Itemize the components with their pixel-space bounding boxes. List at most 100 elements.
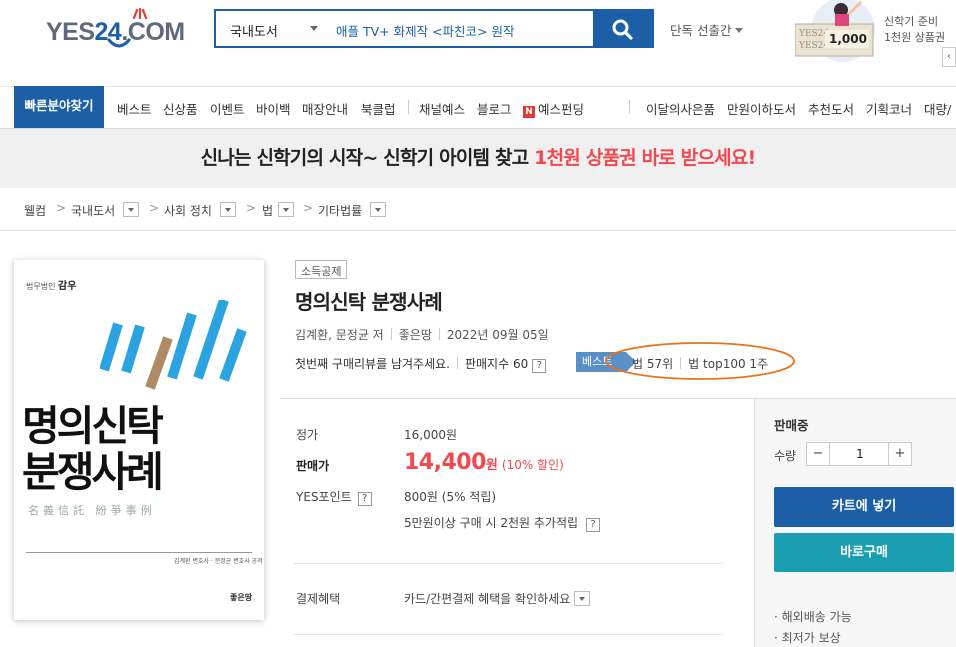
extra-points-help-icon[interactable]: ? bbox=[586, 518, 601, 532]
sales-index: 판매지수 60 bbox=[464, 357, 529, 371]
search-button[interactable] bbox=[593, 11, 652, 46]
promo-illustration-icon: YES24 YES24 bbox=[794, 0, 875, 62]
breadcrumb-dropdown[interactable] bbox=[220, 202, 236, 217]
meta-separator bbox=[390, 328, 392, 340]
product-date: 2022년 09월 05일 bbox=[446, 328, 549, 342]
product-title: 명의신탁 분쟁사례 bbox=[295, 290, 443, 314]
product-author[interactable]: 김계환, 문정균 저 bbox=[295, 328, 384, 342]
nav-bulk[interactable]: 대량/ bbox=[924, 99, 951, 118]
promo-voucher-image[interactable]: YES24 YES24 1,000 bbox=[794, 0, 875, 62]
product-meta: 김계환, 문정균 저 좋은땅 2022년 09월 05일 bbox=[295, 326, 549, 343]
cover-divider bbox=[26, 552, 252, 553]
nav-under-10000[interactable]: 만원이하도서 bbox=[727, 99, 796, 118]
sale-price-label: 판매가 bbox=[296, 459, 330, 473]
breadcrumb-society-politics[interactable]: 사회 정치 bbox=[164, 202, 212, 219]
sale-status: 판매중 bbox=[774, 418, 809, 433]
nav-blog[interactable]: 블로그 bbox=[477, 99, 512, 118]
yes-points-label: YES포인트? bbox=[296, 488, 372, 506]
nav-yes-funding[interactable]: N 예스펀딩 bbox=[523, 99, 584, 118]
nav-store-info[interactable]: 매장안내 bbox=[302, 99, 348, 118]
voucher-amount: 1,000 bbox=[829, 32, 867, 46]
nav-separator bbox=[408, 100, 409, 114]
breadcrumb-dropdown[interactable] bbox=[278, 202, 294, 217]
breadcrumb-dropdown[interactable] bbox=[123, 202, 139, 217]
svg-text:YES24: YES24 bbox=[798, 29, 829, 39]
nav-separator bbox=[629, 100, 630, 114]
extra-points: 5만원이상 구매 시 2천원 추가적립? bbox=[404, 514, 601, 532]
breadcrumb-dropdown[interactable] bbox=[370, 202, 386, 217]
nav-buyback[interactable]: 바이백 bbox=[256, 99, 291, 118]
breadcrumb-other-law[interactable]: 기타법률 bbox=[318, 202, 362, 219]
cover-title-line-1: 명의신탁 bbox=[22, 402, 164, 450]
chevron-down-icon bbox=[310, 26, 318, 31]
promo-banner[interactable]: 신나는 신학기의 시작~ 신학기 아이템 찾고 1천원 상품권 바로 받으세요! bbox=[0, 129, 956, 188]
search-input[interactable]: 애플 TV+ 화제작 <파친코> 원작 bbox=[336, 21, 515, 40]
price-mid-divider bbox=[294, 563, 724, 564]
yes-points-label-text: YES포인트 bbox=[296, 490, 352, 504]
book-cover[interactable]: 법무법인 감우 명의신탁 분쟁사례 名義信託 紛爭事例 김계환 변호사 · 문정균… bbox=[14, 260, 264, 620]
buy-now-button[interactable]: 바로구매 bbox=[774, 533, 954, 572]
search-category-select[interactable]: 국내도서 bbox=[216, 11, 326, 46]
nav-recommended[interactable]: 추천도서 bbox=[808, 99, 854, 118]
chevron-down-icon[interactable] bbox=[574, 591, 591, 606]
cover-publisher-name: 감우 bbox=[58, 281, 77, 292]
nav-best[interactable]: 베스트 bbox=[117, 99, 152, 118]
nav-special-corner[interactable]: 기획코너 bbox=[866, 99, 912, 118]
quantity-decrease-button[interactable]: − bbox=[807, 443, 830, 465]
breadcrumb-domestic-books[interactable]: 국내도서 bbox=[71, 202, 115, 219]
meta-separator bbox=[456, 357, 458, 369]
meta-separator bbox=[438, 328, 440, 340]
cover-stripes-graphic bbox=[100, 300, 247, 390]
add-to-cart-button[interactable]: 카트에 넣기 bbox=[774, 487, 954, 527]
exclusive-release-menu[interactable]: 단독 선출간 bbox=[670, 20, 744, 39]
promo-prev-button[interactable]: ‹ bbox=[942, 47, 956, 67]
quantity-increase-button[interactable]: + bbox=[888, 443, 911, 465]
yes-points-value: 800원 (5% 적립) bbox=[404, 490, 497, 504]
chevron-right-icon: > bbox=[149, 201, 160, 215]
nav-new[interactable]: 신상품 bbox=[163, 99, 198, 118]
yes24-logo[interactable]: YES24.COM bbox=[46, 8, 186, 54]
service-lowest-price[interactable]: · 최저가 보상 bbox=[774, 629, 841, 646]
quantity-input[interactable]: 1 bbox=[831, 447, 889, 461]
sale-price: 14,400원 (10% 할인) bbox=[404, 450, 564, 475]
quick-category-button[interactable]: 빠른분야찾기 bbox=[14, 86, 104, 128]
logo-spark-icon bbox=[132, 8, 148, 20]
cover-imprint: 좋은땅 bbox=[230, 593, 253, 602]
product-publisher[interactable]: 좋은땅 bbox=[399, 328, 432, 342]
search-category-label: 국내도서 bbox=[230, 25, 278, 40]
discount-rate: (10% 할인) bbox=[501, 458, 564, 472]
quantity-label: 수량 bbox=[774, 449, 797, 463]
points-help-icon[interactable]: ? bbox=[357, 492, 372, 506]
nav-channel-yes[interactable]: 채널예스 bbox=[419, 99, 465, 118]
promo-line-2: 1천원 상품권 bbox=[884, 31, 946, 44]
nav-monthly-gift[interactable]: 이달의사은품 bbox=[646, 99, 715, 118]
nav-yes-funding-label: 예스펀딩 bbox=[538, 102, 585, 117]
price-top-divider bbox=[280, 398, 754, 399]
promo-text[interactable]: 신학기 준비 1천원 상품권 bbox=[884, 14, 945, 46]
banner-text: 신나는 신학기의 시작~ 신학기 아이템 찾고 bbox=[200, 147, 535, 169]
sale-price-value: 14,400 bbox=[404, 450, 486, 475]
nav-event[interactable]: 이벤트 bbox=[210, 99, 245, 118]
exclusive-label: 단독 선출간 bbox=[670, 23, 732, 38]
breadcrumb-home[interactable]: 웰컴 bbox=[24, 202, 46, 219]
payment-benefit[interactable]: 카드/간편결제 혜택을 확인하세요 bbox=[404, 590, 591, 607]
promo-line-1: 신학기 준비 bbox=[884, 15, 939, 28]
cover-publisher: 법무법인 감우 bbox=[26, 277, 76, 292]
rank-highlight-ellipse bbox=[605, 342, 795, 380]
review-prompt-link[interactable]: 첫번째 구매리뷰를 남겨주세요. bbox=[295, 357, 450, 371]
search-bar: 국내도서 애플 TV+ 화제작 <파친코> 원작 bbox=[214, 9, 654, 48]
chevron-left-icon: ‹ bbox=[947, 51, 951, 62]
nav-bookclub[interactable]: 북클럽 bbox=[361, 99, 396, 118]
price-bottom-divider bbox=[294, 634, 724, 635]
list-price-label: 정가 bbox=[296, 428, 319, 442]
funding-n-badge: N bbox=[523, 106, 535, 118]
service-overseas-shipping[interactable]: · 해외배송 가능 bbox=[774, 608, 852, 625]
payment-benefit-text: 카드/간편결제 혜택을 확인하세요 bbox=[404, 592, 571, 606]
breadcrumb-law[interactable]: 법 bbox=[262, 202, 273, 219]
extra-points-text: 5만원이상 구매 시 2천원 추가적립 bbox=[404, 516, 579, 530]
chevron-right-icon: > bbox=[246, 201, 257, 215]
sales-index-help-icon[interactable]: ? bbox=[532, 359, 547, 373]
cover-title: 명의신탁 분쟁사례 bbox=[22, 402, 164, 495]
cover-subtitle: 名義信託 紛爭事例 bbox=[28, 504, 156, 517]
logo-prefix: YES bbox=[46, 18, 95, 46]
